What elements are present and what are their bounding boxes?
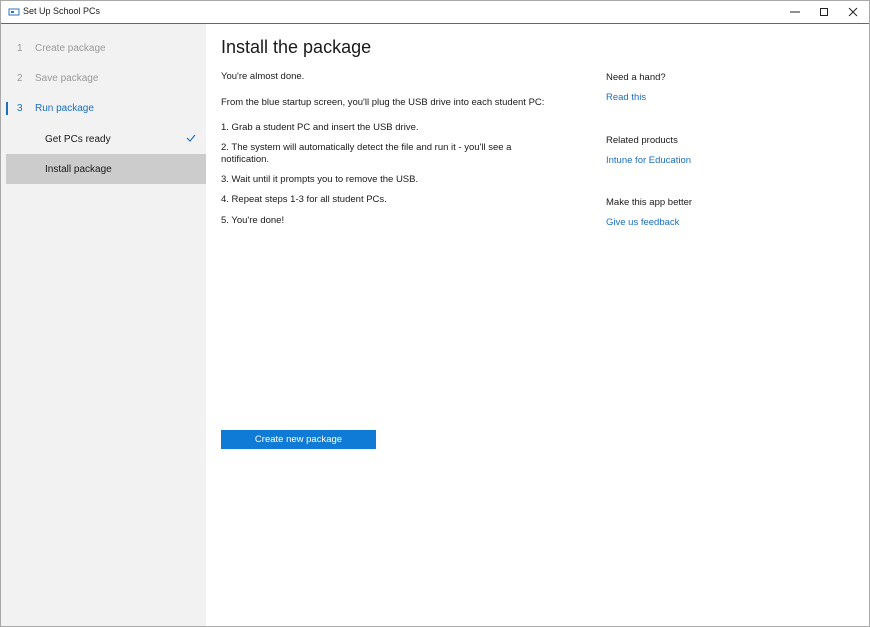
window-title: Set Up School PCs <box>23 6 101 16</box>
step-number: 1 <box>17 43 23 54</box>
help-heading: Need a hand? <box>606 72 666 83</box>
intro-text: You're almost done. <box>221 71 305 82</box>
step-number: 2 <box>17 73 23 84</box>
minimize-icon <box>790 11 800 13</box>
step-label: Run package <box>35 103 94 114</box>
maximize-button[interactable] <box>810 1 838 23</box>
step-number: 3 <box>17 103 23 114</box>
maximize-icon <box>820 8 828 16</box>
step-item: 3. Wait until it prompts you to remove t… <box>221 174 419 185</box>
wizard-sidebar: 1 Create package 2 Save package 3 Run pa… <box>1 24 206 626</box>
give-feedback-link[interactable]: Give us feedback <box>606 217 679 228</box>
page-title: Install the package <box>221 37 372 57</box>
intune-for-education-link[interactable]: Intune for Education <box>606 155 691 166</box>
checkmark-icon <box>186 134 196 142</box>
title-bar: Set Up School PCs <box>1 1 869 24</box>
app-window: Set Up School PCs 1 Create package 2 Sav… <box>0 0 870 627</box>
step-item: 5. You're done! <box>221 215 285 226</box>
substep-label: Get PCs ready <box>45 134 111 145</box>
sidebar-step-create-package[interactable]: 1 Create package <box>1 34 206 64</box>
substep-label: Install package <box>45 164 112 175</box>
related-products-heading: Related products <box>606 135 678 146</box>
active-step-indicator <box>6 102 8 115</box>
close-button[interactable] <box>839 1 867 23</box>
minimize-button[interactable] <box>781 1 809 23</box>
read-this-link[interactable]: Read this <box>606 92 646 103</box>
sidebar-step-save-package[interactable]: 2 Save package <box>1 64 206 94</box>
step-item: 2. The system will automatically detect … <box>221 142 512 165</box>
sidebar-step-run-package[interactable]: 3 Run package <box>1 94 206 124</box>
feedback-heading: Make this app better <box>606 197 693 208</box>
usb-drive-icon <box>8 8 20 16</box>
step-item: 1. Grab a student PC and insert the USB … <box>221 122 419 133</box>
sidebar-substep-get-pcs-ready[interactable]: Get PCs ready <box>1 124 206 154</box>
step-label: Save package <box>35 73 99 84</box>
sidebar-substep-install-package[interactable]: Install package <box>6 154 206 184</box>
main-content: Install the package You're almost done. … <box>206 24 869 626</box>
step-item: 4. Repeat steps 1-3 for all student PCs. <box>221 194 387 205</box>
create-new-package-button[interactable]: Create new package <box>221 430 376 449</box>
instructions-text: From the blue startup screen, you'll plu… <box>221 97 545 108</box>
step-label: Create package <box>35 43 106 54</box>
close-icon <box>848 7 858 17</box>
